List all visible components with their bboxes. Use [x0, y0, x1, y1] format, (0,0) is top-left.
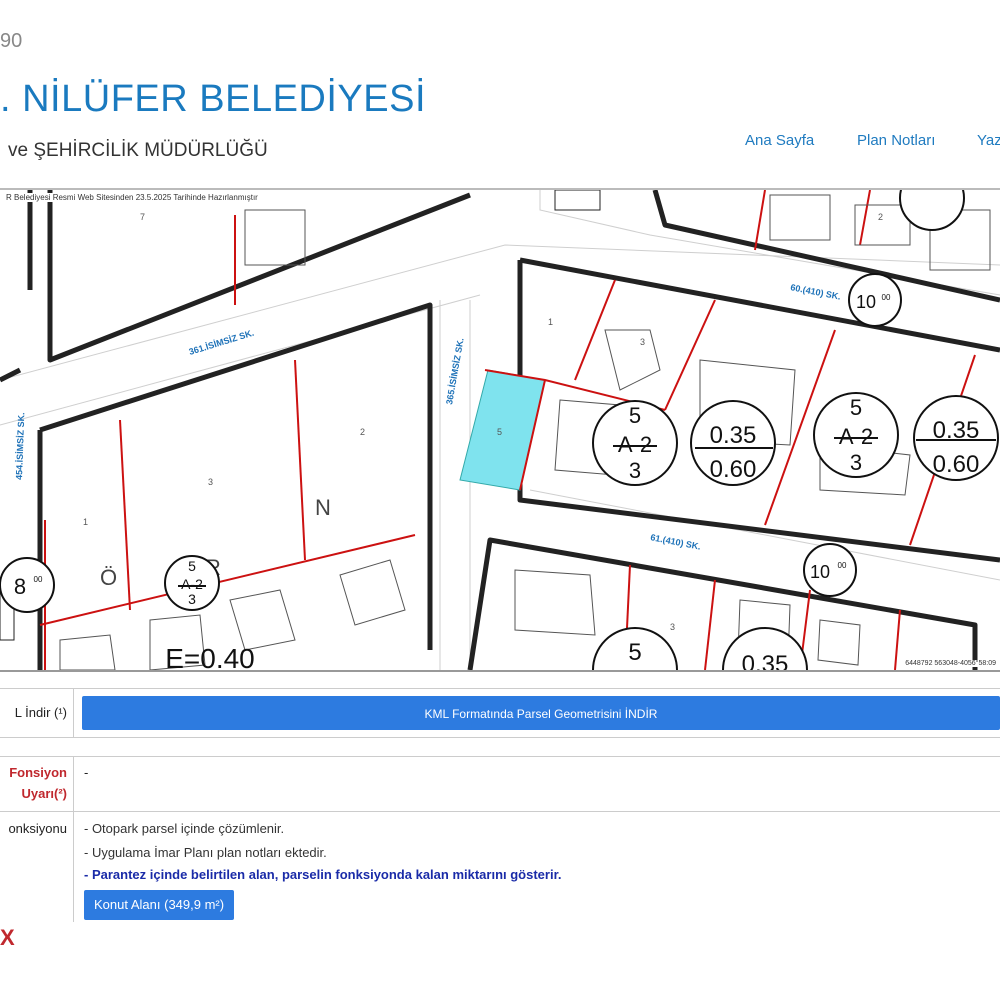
zoning-floor: 5: [188, 558, 196, 574]
map-header-note: R Belediyesi Resmi Web Sitesinden 23.5.2…: [4, 193, 260, 202]
nav-print-link[interactable]: Yaz: [977, 132, 1000, 149]
residential-area-button[interactable]: Konut Alanı (349,9 m²): [84, 890, 235, 920]
municipality-title: . NİLÜFER BELEDİYESİ: [0, 78, 427, 120]
close-mark: X: [0, 925, 15, 950]
zoning-map[interactable]: 361.İSİMSİZ SK. 365.İSİMSİZ SK. 454.İSİM…: [0, 188, 1000, 672]
street-label-361: 361.İSİMSİZ SK.: [188, 328, 256, 357]
map-coordinates: 6448792 563048-4056°58:09: [903, 660, 998, 667]
street-label-454: 454.İSİMSİZ SK.: [14, 412, 26, 480]
zoning-ratio: 0.60: [710, 456, 757, 483]
map-letter: N: [315, 495, 331, 520]
function-warning-row: Fonsiyon Uyarı(²) -: [0, 756, 1000, 812]
zoning-floor: 3: [850, 450, 862, 475]
parcel-number: 3: [208, 477, 213, 487]
zoning-floor: 5: [629, 403, 641, 428]
page-number-fragment: 90: [0, 30, 23, 52]
zoning-floor: 5: [628, 639, 641, 666]
height-value: 10: [856, 292, 876, 312]
function-warning-label: Fonsiyon Uyarı(²): [0, 757, 74, 811]
function-note-bold: - Parantez içinde belirtilen alan, parse…: [84, 867, 562, 882]
parcel-number: 3: [640, 337, 645, 347]
zoning-floor: 3: [188, 591, 196, 607]
zoning-ratio: 0.35: [710, 422, 757, 449]
kml-row: L İndir (¹) KML Formatında Parsel Geomet…: [0, 688, 1000, 738]
function-label: onksiyonu: [0, 812, 74, 922]
function-note: - Uygulama İmar Planı plan notları ekted…: [84, 845, 327, 860]
parcel-number: 2: [878, 212, 883, 222]
nav-home-link[interactable]: Ana Sayfa: [745, 132, 814, 149]
height-circle-8: [0, 557, 55, 613]
parcel-number: 1: [548, 317, 553, 327]
height-value: 8: [14, 574, 26, 599]
parcel-number: 3: [670, 622, 675, 632]
function-warning-value: -: [84, 765, 89, 780]
zoning-ratio: 0.60: [933, 451, 980, 478]
kml-download-button[interactable]: KML Formatında Parsel Geometrisini İNDİR: [82, 696, 1000, 730]
height-suffix: 00: [34, 575, 43, 584]
zoning-code: A-2: [839, 424, 873, 449]
nav-plan-notes-link[interactable]: Plan Notları: [857, 132, 935, 149]
map-letter: Ö: [100, 565, 117, 590]
function-note: - Otopark parsel içinde çözümlenir.: [84, 821, 285, 836]
parcel-number: 5: [497, 427, 502, 437]
height-suffix: 00: [882, 293, 891, 302]
zoning-code: A-2: [181, 576, 203, 592]
street-label-61: 61.(410) SK.: [650, 532, 702, 552]
zoning-ratio: 0.35: [933, 417, 980, 444]
height-suffix: 00: [838, 561, 847, 570]
zoning-ratio: 0.35: [742, 651, 789, 670]
warning-label-line1: Fonsiyon: [9, 765, 67, 780]
parcel-number: 7: [140, 212, 145, 222]
parcel-number: 1: [83, 517, 88, 527]
height-value: 10: [810, 562, 830, 582]
map-canvas[interactable]: 361.İSİMSİZ SK. 365.İSİMSİZ SK. 454.İSİM…: [0, 190, 1000, 670]
street-label-365: 365.İSİMSİZ SK.: [444, 337, 466, 405]
emsal-label: E=0.40: [165, 643, 255, 670]
zoning-code: A-2: [618, 432, 652, 457]
department-subtitle: ve ŞEHİRCİLİK MÜDÜRLÜĞÜ: [8, 140, 268, 161]
zoning-floor: 5: [850, 395, 862, 420]
kml-label: L İndir (¹): [0, 689, 74, 737]
warning-label-line2: Uyarı(²): [21, 786, 67, 801]
function-row: onksiyonu - Otopark parsel içinde çözüml…: [0, 812, 1000, 922]
zoning-floor: 3: [629, 458, 641, 483]
parcel-number: 2: [360, 427, 365, 437]
selected-parcel: [459, 369, 546, 491]
street-label-60: 60.(410) SK.: [790, 282, 842, 302]
